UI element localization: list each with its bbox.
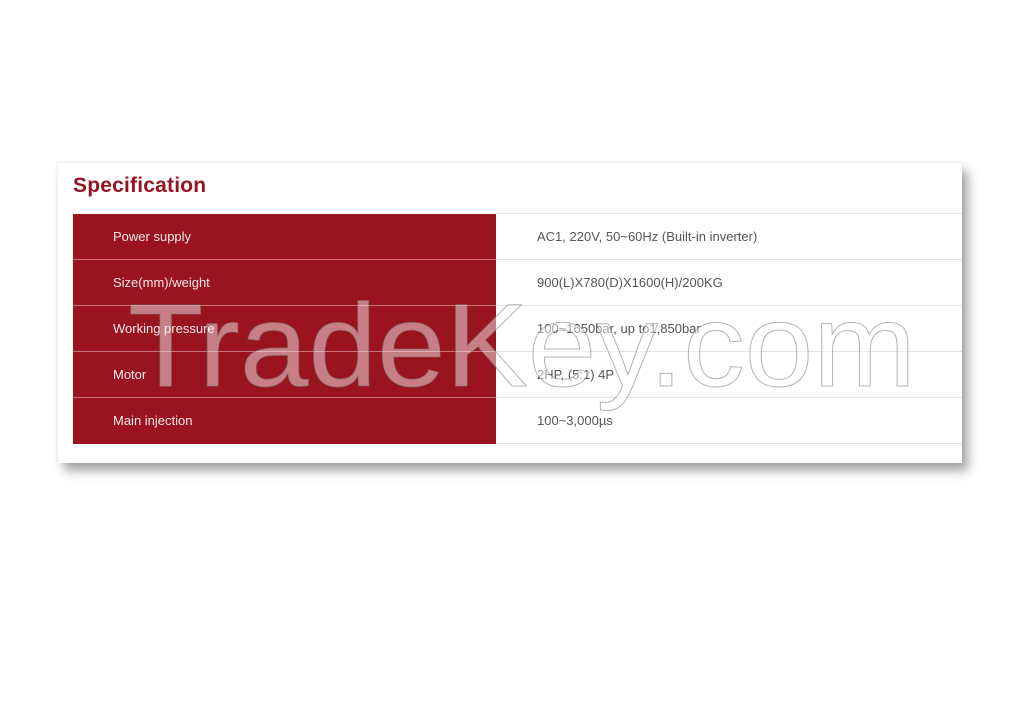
spec-label: Motor bbox=[73, 351, 496, 398]
spec-label: Power supply bbox=[73, 213, 496, 260]
page: Specification Power supply AC1, 220V, 50… bbox=[0, 0, 1024, 708]
spec-label: Main injection bbox=[73, 397, 496, 444]
table-row: Main injection 100~3,000µs bbox=[73, 397, 962, 444]
spec-label: Working pressure bbox=[73, 305, 496, 352]
table-row: Working pressure 100~1650bar, up to1,850… bbox=[73, 305, 962, 352]
spec-value: 100~3,000µs bbox=[496, 397, 962, 444]
spec-table: Power supply AC1, 220V, 50~60Hz (Built-i… bbox=[73, 213, 962, 444]
spec-value: 2HP, (5:1) 4P bbox=[496, 351, 962, 398]
section-title: Specification bbox=[73, 174, 207, 197]
table-row: Size(mm)/weight 900(L)X780(D)X1600(H)/20… bbox=[73, 259, 962, 306]
spec-value: 100~1650bar, up to1,850bar bbox=[496, 305, 962, 352]
spec-value: AC1, 220V, 50~60Hz (Built-in inverter) bbox=[496, 213, 962, 260]
specification-card: Specification Power supply AC1, 220V, 50… bbox=[58, 163, 962, 463]
table-row: Power supply AC1, 220V, 50~60Hz (Built-i… bbox=[73, 213, 962, 260]
spec-value: 900(L)X780(D)X1600(H)/200KG bbox=[496, 259, 962, 306]
spec-label: Size(mm)/weight bbox=[73, 259, 496, 306]
table-row: Motor 2HP, (5:1) 4P bbox=[73, 351, 962, 398]
